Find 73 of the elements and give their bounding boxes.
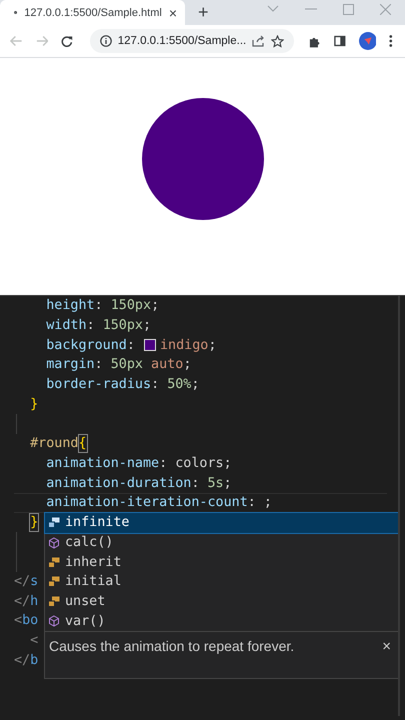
cube-icon: [48, 615, 60, 628]
code-token: 150px: [110, 297, 152, 314]
code-token: #round: [29, 435, 78, 452]
suggestion-item[interactable]: inherit: [45, 552, 399, 572]
address-bar[interactable]: 127.0.0.1:5500/Sample...: [90, 29, 294, 53]
reload-icon[interactable]: [61, 34, 73, 48]
code-token: ;: [183, 356, 192, 374]
code-token: bo: [22, 612, 38, 630]
code-token: </: [14, 652, 30, 669]
code-token: <: [29, 632, 38, 650]
new-tab-button[interactable]: +: [198, 2, 209, 23]
code-token: 50px: [110, 356, 143, 374]
code-token: </: [14, 592, 30, 610]
code-token: 5s: [208, 474, 224, 492]
code-token: colors: [175, 454, 224, 472]
code-token: ;: [191, 376, 200, 394]
sidebar-icon[interactable]: [334, 35, 346, 47]
code-token: width: [45, 317, 87, 334]
color-swatch[interactable]: [144, 339, 156, 352]
suggestion-item[interactable]: infinite: [45, 513, 399, 533]
enum-icon: [48, 556, 60, 568]
enum-icon: [48, 576, 60, 588]
code-token: :: [86, 317, 96, 334]
close-button[interactable]: ×: [382, 638, 391, 656]
code-token: b: [30, 652, 38, 669]
code-token: auto: [150, 356, 184, 374]
code-token: 150px: [102, 317, 143, 334]
browser-tab[interactable]: 127.0.0.1:5500/Sample.html ×: [0, 0, 185, 25]
code-token: }: [29, 396, 38, 413]
code-token: indigo: [160, 336, 208, 354]
code-token: border-radius: [45, 376, 152, 394]
tab-title: 127.0.0.1:5500/Sample.html: [24, 6, 162, 18]
code-token: :: [94, 356, 104, 374]
enum-icon: [48, 517, 60, 528]
matched-bracket: }: [30, 514, 38, 531]
code-token: height: [45, 297, 95, 314]
suggestion-item[interactable]: unset: [45, 592, 399, 612]
more-menu-icon[interactable]: [389, 34, 393, 48]
enum-icon: [48, 596, 60, 608]
avatar-icon[interactable]: [358, 31, 376, 51]
code-token: background: [45, 336, 127, 354]
code-token: :: [151, 376, 160, 394]
cube-icon: [48, 536, 60, 549]
indent-guide: [16, 414, 17, 434]
code-token: </: [14, 572, 30, 590]
code-token: h: [30, 592, 38, 610]
code-token: margin: [45, 356, 95, 374]
suggestion-item[interactable]: calc(): [45, 532, 399, 552]
info-icon[interactable]: [100, 35, 112, 47]
code-token: : ;: [248, 494, 272, 512]
suggestion-item[interactable]: initial: [45, 572, 399, 592]
code-token: s: [30, 572, 38, 590]
code-token: animation-name: [45, 454, 160, 472]
code-token: ;: [208, 336, 216, 354]
code-token: ;: [151, 297, 160, 314]
code-token: animation-iteration-count: [45, 494, 248, 512]
code-token: ;: [224, 454, 232, 472]
suggestion-detail: Causes the animation to repeat forever.: [49, 638, 296, 654]
tab-close-button[interactable]: ×: [168, 4, 177, 20]
star-icon[interactable]: [271, 34, 284, 48]
code-token: :: [159, 454, 168, 472]
suggestion-item[interactable]: var(): [45, 611, 399, 632]
code-token: :: [94, 297, 104, 314]
code-token: ;: [224, 474, 232, 492]
matched-bracket: {: [78, 435, 87, 452]
code-token: 50%: [167, 376, 192, 394]
address-text: 127.0.0.1:5500/Sample...: [118, 35, 246, 47]
code-token: animation-duration: [45, 474, 192, 492]
code-token: :: [191, 474, 200, 492]
code-token: :: [126, 336, 136, 354]
share-icon[interactable]: [252, 35, 266, 47]
code-token: <: [14, 612, 22, 630]
code-token: ;: [143, 317, 152, 334]
